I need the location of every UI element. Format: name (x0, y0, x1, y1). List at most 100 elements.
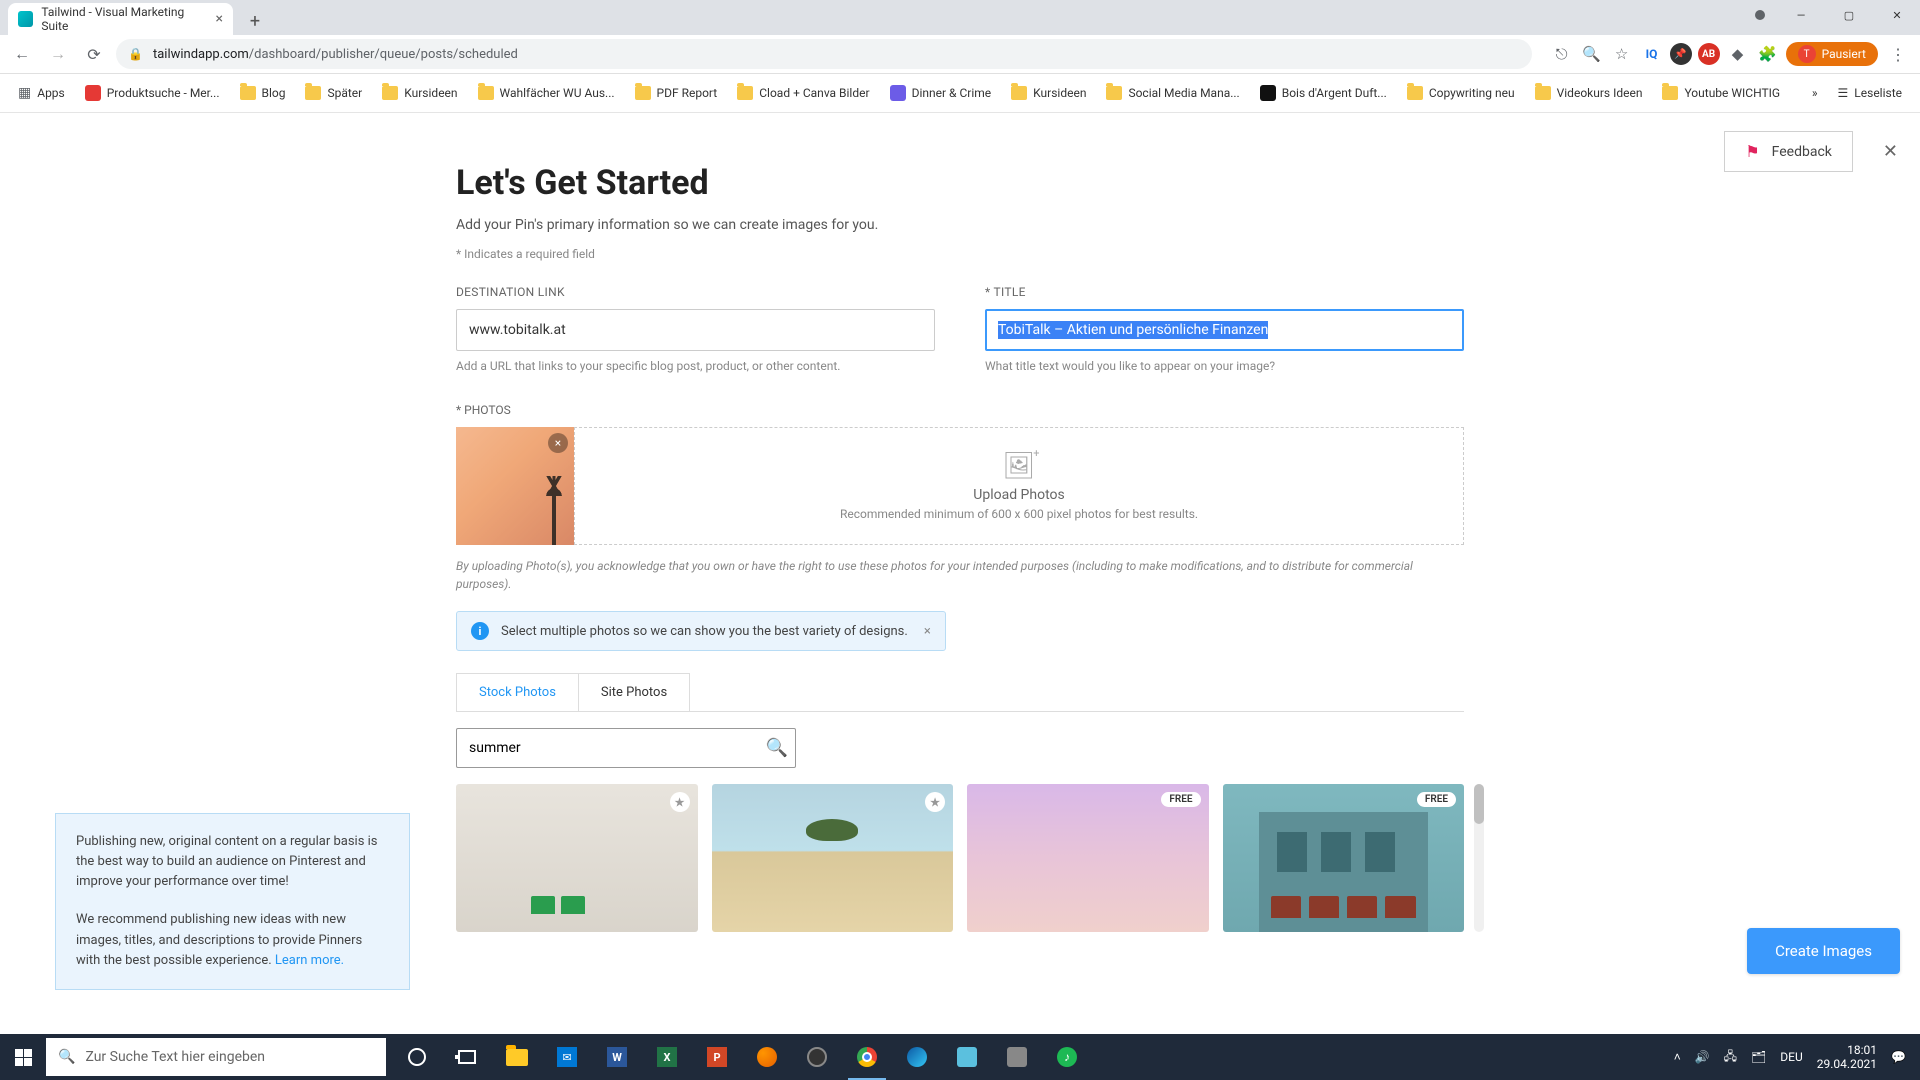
action-center-icon[interactable]: 💬 (1891, 1050, 1906, 1064)
folder-icon (240, 86, 256, 100)
stock-scrollbar[interactable] (1474, 784, 1484, 932)
stock-search-input[interactable] (456, 728, 796, 768)
bookmark-star-icon[interactable]: ☆ (1610, 42, 1634, 66)
profile-chip[interactable]: T Pausiert (1786, 42, 1878, 66)
spotify-icon[interactable]: ♪ (1042, 1034, 1092, 1080)
app-icon[interactable] (992, 1034, 1042, 1080)
title-helper: What title text would you like to appear… (985, 359, 1464, 373)
apps-shortcut[interactable]: ▦Apps (10, 81, 73, 105)
nav-reload-button[interactable]: ⟳ (80, 40, 108, 68)
tray-network-icon[interactable]: 🖧 (1724, 1047, 1737, 1068)
folder-icon (1011, 86, 1027, 100)
folder-icon (737, 86, 753, 100)
cortana-icon[interactable] (392, 1034, 442, 1080)
url-host: tailwindapp.com (153, 47, 249, 62)
lock-icon: 🔒 (128, 47, 143, 61)
site-icon (85, 85, 101, 101)
title-input[interactable]: TobiTalk – Aktien und persönliche Finanz… (985, 309, 1464, 351)
close-modal-button[interactable]: ✕ (1883, 141, 1898, 162)
chrome-icon[interactable] (842, 1034, 892, 1080)
extension-iq-icon[interactable]: IQ (1640, 42, 1664, 66)
upload-photos-dropzone[interactable]: 🖼 Upload Photos Recommended minimum of 6… (574, 427, 1464, 545)
bookmark-folder[interactable]: Kursideen (374, 82, 465, 104)
tray-clock[interactable]: 18:01 29.04.2021 (1817, 1043, 1877, 1072)
bookmark-folder[interactable]: Wahlfächer WU Aus... (470, 82, 623, 104)
bookmark-folder[interactable]: PDF Report (627, 82, 726, 104)
extensions-puzzle-icon[interactable]: 🧩 (1756, 42, 1780, 66)
uploaded-photo-thumb[interactable]: × (456, 427, 574, 545)
tip-paragraph-1: Publishing new, original content on a re… (76, 832, 389, 892)
browser-menu-button[interactable]: ⋮ (1884, 45, 1912, 64)
word-icon[interactable]: W (592, 1034, 642, 1080)
palm-tree-decoration (552, 490, 556, 545)
bookmark-folder[interactable]: Blog (232, 82, 294, 104)
tray-battery-icon[interactable]: 🗂 (1751, 1050, 1766, 1064)
bookmarks-overflow[interactable]: » (1804, 82, 1826, 104)
stock-photo-item[interactable]: ★ (456, 784, 698, 932)
tray-language[interactable]: DEU (1780, 1050, 1802, 1064)
reading-list-icon: ☰ (1838, 86, 1849, 100)
bookmark-item[interactable]: Produktsuche - Mer... (77, 81, 228, 105)
folder-icon (1407, 86, 1423, 100)
nav-back-button[interactable]: ← (8, 40, 36, 68)
reading-list-button[interactable]: ☰Leseliste (1830, 82, 1910, 104)
destination-link-input[interactable] (456, 309, 935, 351)
browser-tab[interactable]: Tailwind - Visual Marketing Suite × (8, 3, 233, 35)
create-images-button[interactable]: Create Images (1747, 928, 1900, 974)
stock-photo-item[interactable]: FREE (1223, 784, 1465, 932)
extension-pin-icon[interactable]: 📌 (1670, 43, 1692, 65)
window-maximize-button[interactable]: ▢ (1826, 0, 1872, 30)
feedback-button[interactable]: ⚑ Feedback (1724, 131, 1853, 172)
info-banner-close[interactable]: × (924, 624, 931, 639)
bookmark-item[interactable]: Dinner & Crime (882, 81, 1000, 105)
obs-icon[interactable] (792, 1034, 842, 1080)
bookmark-folder[interactable]: Kursideen (1003, 82, 1094, 104)
premium-badge-icon: ★ (670, 792, 690, 812)
task-view-icon[interactable] (442, 1034, 492, 1080)
mail-icon[interactable]: ✉ (542, 1034, 592, 1080)
upload-subtitle: Recommended minimum of 600 x 600 pixel p… (840, 507, 1198, 521)
search-icon[interactable]: 🔍 (766, 738, 788, 759)
tab-close-icon[interactable]: × (216, 11, 223, 27)
tray-volume-icon[interactable]: 🔊 (1695, 1050, 1710, 1064)
stock-photo-item[interactable]: ★ (712, 784, 954, 932)
tray-chevron-icon[interactable]: ˄ (1674, 1050, 1681, 1064)
extension-generic-icon[interactable]: ◆ (1726, 42, 1750, 66)
notepad-icon[interactable] (942, 1034, 992, 1080)
premium-badge-icon: ★ (925, 792, 945, 812)
nav-forward-button[interactable]: → (44, 40, 72, 68)
bookmark-folder[interactable]: Cload + Canva Bilder (729, 82, 877, 104)
translate-icon[interactable]: ⎋ (1550, 42, 1574, 66)
window-close-button[interactable]: ✕ (1874, 0, 1920, 30)
extension-adblock-icon[interactable]: AB (1698, 43, 1720, 65)
info-icon: i (471, 622, 489, 640)
profile-indicator-icon[interactable] (1755, 10, 1765, 20)
excel-icon[interactable]: X (642, 1034, 692, 1080)
bookmark-folder[interactable]: Videokurs Ideen (1527, 82, 1651, 104)
edge-icon[interactable] (892, 1034, 942, 1080)
bookmark-folder[interactable]: Youtube WICHTIG (1654, 82, 1788, 104)
destination-link-label: DESTINATION LINK (456, 285, 935, 299)
tray-date: 29.04.2021 (1817, 1057, 1877, 1071)
address-bar[interactable]: 🔒 tailwindapp.com/dashboard/publisher/qu… (116, 39, 1532, 69)
start-button[interactable] (0, 1034, 46, 1080)
bookmark-folder[interactable]: Copywriting neu (1399, 82, 1523, 104)
firefox-icon[interactable] (742, 1034, 792, 1080)
bookmark-folder[interactable]: Später (297, 82, 370, 104)
windows-logo-icon (15, 1049, 32, 1066)
bookmark-item[interactable]: Bois d'Argent Duft... (1252, 81, 1395, 105)
window-minimize-button[interactable]: ― (1778, 0, 1824, 30)
file-explorer-icon[interactable] (492, 1034, 542, 1080)
search-icon: 🔍 (58, 1049, 75, 1065)
zoom-icon[interactable]: 🔍 (1580, 42, 1604, 66)
stock-photo-item[interactable]: FREE (967, 784, 1209, 932)
remove-photo-button[interactable]: × (548, 433, 568, 453)
bookmark-folder[interactable]: Social Media Mana... (1098, 82, 1247, 104)
tab-site-photos[interactable]: Site Photos (579, 673, 690, 711)
new-tab-button[interactable]: + (241, 7, 269, 35)
tab-stock-photos[interactable]: Stock Photos (456, 673, 579, 711)
learn-more-link[interactable]: Learn more. (275, 953, 344, 968)
avatar-icon: T (1798, 45, 1816, 63)
taskbar-search[interactable]: 🔍 Zur Suche Text hier eingeben (46, 1038, 386, 1076)
powerpoint-icon[interactable]: P (692, 1034, 742, 1080)
